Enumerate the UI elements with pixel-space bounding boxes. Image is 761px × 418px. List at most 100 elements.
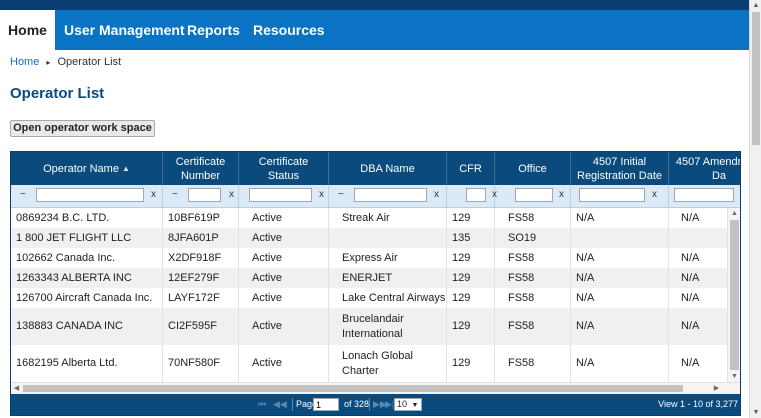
page-scroll-down-arrow-icon[interactable]: ▼ [750,407,761,418]
scroll-up-arrow-icon[interactable]: ▲ [728,208,740,219]
top-strip [0,0,749,10]
filter-clear-icon[interactable]: x [559,189,564,200]
page-scroll-thumb[interactable] [752,12,760,145]
column-header-label: 4507 Amendment Da [675,155,740,182]
column-header-label: Office [518,162,547,175]
page-number-input[interactable] [313,398,339,411]
column-header-label: 4507 Initial Registration Date [577,155,662,182]
filter-operator-toggle[interactable]: ~ [338,189,344,200]
filter-clear-icon[interactable]: x [151,189,156,200]
cell-certificate-number: 12EF279F [163,268,239,288]
filter-cfr-input[interactable] [466,188,486,202]
cell-certificate-number: 70NF580F [163,345,239,382]
table-row[interactable]: 1 800 JET FLIGHT LLC 8JFA601P Active 135… [11,228,740,249]
filter-operator-toggle[interactable]: ~ [20,189,26,200]
grid-horizontal-scroll-thumb[interactable] [23,385,683,392]
operator-grid: Operator Name ▲ Certificate Number Certi… [10,151,741,416]
filter-operator-name-input[interactable] [36,188,144,202]
cell-4507-initial-date [571,228,669,248]
last-page-icon[interactable]: ▶| [385,399,394,410]
filter-4507-amendment-date-input[interactable] [674,188,734,202]
breadcrumb-separator-icon: ▸ [46,58,51,67]
sort-ascending-icon: ▲ [121,163,130,173]
first-page-icon[interactable]: ⏮ [258,399,266,410]
cell-cfr: 129 [447,248,495,268]
scroll-left-arrow-icon[interactable]: ◀ [11,383,22,394]
table-row[interactable]: 126700 Aircraft Canada Inc. LAYF172F Act… [11,288,740,309]
column-header-4507-initial-registration-date[interactable]: 4507 Initial Registration Date [571,152,669,185]
cell-cfr: 135 [447,228,495,248]
cell-dba-name [329,228,447,248]
cell-dba-name: ENERJET [329,268,447,288]
filter-dba-name: ~ x [329,185,447,207]
filter-certificate-status: x [239,185,329,207]
scroll-down-arrow-icon[interactable]: ▼ [728,371,740,382]
column-header-dba-name[interactable]: DBA Name [329,152,447,185]
cell-cfr: 129 [447,308,495,345]
filter-certificate-number-input[interactable] [188,188,221,202]
cell-dba-name: Express Air [329,248,447,268]
column-header-cfr[interactable]: CFR [447,152,495,185]
cell-certificate-status: Active [239,228,329,248]
cell-dba-name: Streak Air [329,208,447,228]
tab-home[interactable]: Home [0,10,55,50]
cell-dba-name: Brucelandair International [329,308,447,345]
tab-resources[interactable]: Resources [253,10,325,50]
column-header-label: Certificate Number [175,155,226,182]
filter-4507-initial-date-input[interactable] [579,188,645,202]
cell-cfr: 129 [447,268,495,288]
filter-dba-name-input[interactable] [354,188,427,202]
filter-clear-icon[interactable]: x [319,189,324,200]
table-row[interactable]: 1682195 Alberta Ltd. 70NF580F Active Lon… [11,345,740,383]
cell-certificate-number: X2DF918F [163,248,239,268]
chevron-down-icon: ▼ [411,402,419,409]
cell-4507-initial-date: N/A [571,288,669,308]
filter-clear-icon[interactable]: x [229,189,234,200]
filter-4507-amendment-date [669,185,740,207]
cell-certificate-number: LAYF172F [163,288,239,308]
open-workspace-button[interactable]: Open operator work space [10,120,155,137]
filter-certificate-status-input[interactable] [249,188,312,202]
cell-operator-name: 138883 CANADA INC [11,308,163,345]
prev-page-icon[interactable]: ◀◀ [273,399,287,410]
page-count-label: of 328 [344,399,370,409]
tab-reports[interactable]: Reports [187,10,240,50]
filter-office-input[interactable] [515,188,553,202]
main-nav: Home User Management Reports Resources [0,10,749,50]
cell-4507-initial-date: N/A [571,248,669,268]
filter-cfr: x [447,185,497,207]
column-header-4507-amendment-date[interactable]: 4507 Amendment Da [669,152,740,185]
column-header-label: DBA Name [360,162,415,175]
table-row[interactable]: 102662 Canada Inc. X2DF918F Active Expre… [11,248,740,269]
column-header-operator-name[interactable]: Operator Name ▲ [11,152,163,185]
breadcrumb-home-link[interactable]: Home [10,56,39,68]
column-header-certificate-status[interactable]: Certificate Status [239,152,329,185]
scroll-right-arrow-icon[interactable]: ▶ [711,383,722,394]
cell-cfr: 129 [447,208,495,228]
cell-4507-initial-date: N/A [571,308,669,345]
cell-office: FS58 [495,208,571,228]
rows-per-page-select[interactable]: 10 ▼ [394,398,422,411]
cell-certificate-status: Active [239,308,329,345]
cell-certificate-status: Active [239,268,329,288]
filter-clear-icon[interactable]: x [652,189,657,200]
cell-office: FS58 [495,268,571,288]
grid-pager: ⏮ ◀◀ Page of 328 ▶▶ ▶| 10 ▼ View 1 - 10 … [11,394,740,415]
cell-certificate-status: Active [239,208,329,228]
tab-user-management[interactable]: User Management [64,10,185,50]
filter-clear-icon[interactable]: x [434,189,439,200]
page-vertical-scrollbar[interactable]: ▲ ▼ [749,0,761,418]
table-row[interactable]: 1263343 ALBERTA INC 12EF279F Active ENER… [11,268,740,289]
grid-vertical-scroll-thumb[interactable] [730,220,739,370]
page-scroll-up-arrow-icon[interactable]: ▲ [750,0,761,11]
column-header-office[interactable]: Office [495,152,571,185]
table-row[interactable]: 0869234 B.C. LTD. 10BF619P Active Streak… [11,208,740,229]
cell-operator-name: 1682195 Alberta Ltd. [11,345,163,382]
table-row[interactable]: 138883 CANADA INC CI2F595F Active Brucel… [11,308,740,346]
grid-vertical-scrollbar[interactable]: ▲ ▼ [727,208,740,382]
filter-operator-toggle[interactable]: ~ [172,189,178,200]
filter-4507-initial-registration-date: x [571,185,669,207]
column-header-certificate-number[interactable]: Certificate Number [163,152,239,185]
grid-horizontal-scrollbar[interactable]: ◀ ▶ [11,382,740,394]
page-title: Operator List [10,85,105,102]
